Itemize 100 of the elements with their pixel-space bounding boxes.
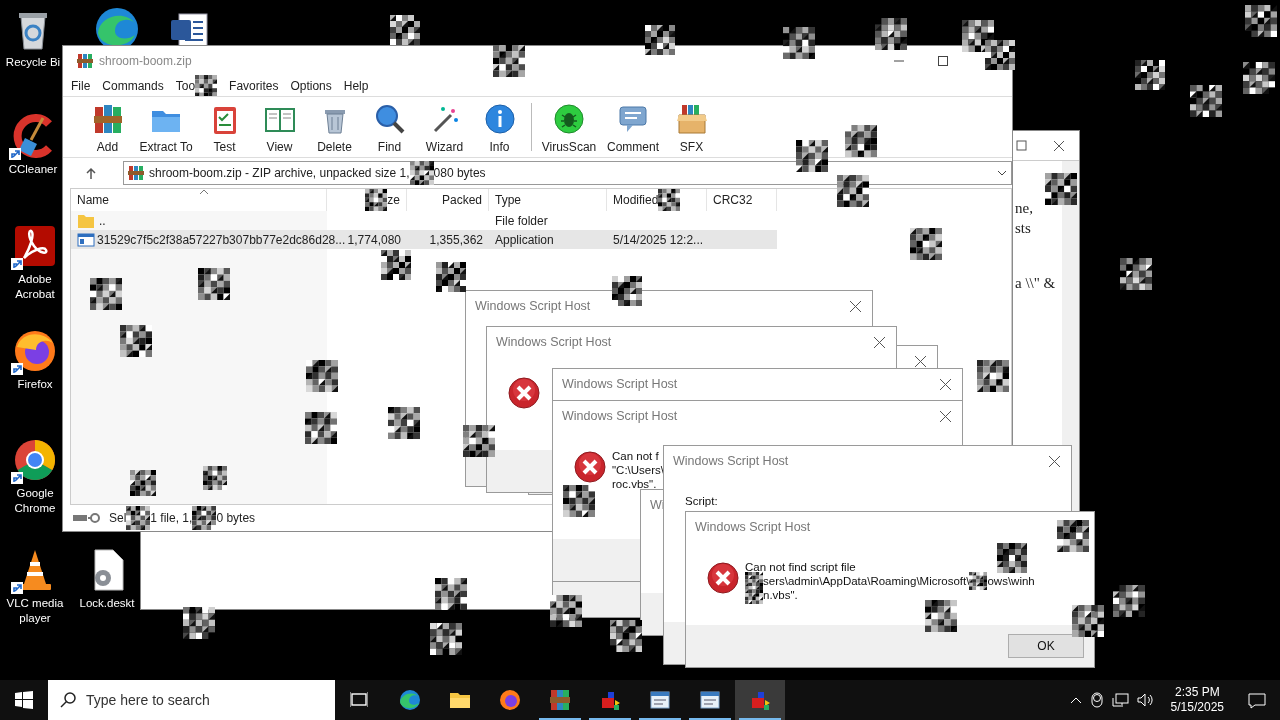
glitch-patch	[977, 360, 1009, 392]
drive-key-icon	[73, 512, 101, 524]
notification-icon[interactable]	[1248, 691, 1266, 709]
chevron-up-icon[interactable]	[1069, 695, 1082, 705]
address-field[interactable]: shroom-boom.zip - ZIP archive, unpacked size 1, 080 bytes	[123, 161, 1012, 185]
error-icon	[508, 377, 540, 409]
webcam-icon[interactable]	[1089, 692, 1104, 708]
toolbar-button[interactable]: Extract To	[135, 98, 197, 156]
glitch-patch	[130, 470, 156, 496]
toolbar-button[interactable]: View	[252, 98, 307, 156]
table-cell-text: Application	[495, 231, 554, 249]
desktop-icon-label[interactable]: Firefox	[17, 377, 53, 392]
message-text: Can not f	[612, 449, 659, 463]
menu-item[interactable]: Too	[175, 75, 218, 97]
desktop-icon-label[interactable]: CCleaner	[8, 162, 58, 177]
table-cell-text: 1,774,080	[347, 231, 401, 249]
status-text: 0 bytes	[216, 510, 256, 527]
file-row[interactable]: 31529c7f5c2f38a57227b307bb77e2dc86d28... 1,774,080 1,355,362 Application 5/14/2025 12:2...	[71, 230, 777, 249]
glitch-patch	[1045, 173, 1077, 205]
glitch-patch	[388, 407, 420, 439]
network-icon[interactable]	[1111, 692, 1129, 708]
toolbar-button[interactable]: Add	[80, 98, 135, 156]
glitch-patch	[90, 278, 122, 310]
speaker-icon[interactable]	[1136, 692, 1153, 708]
toolbar-button[interactable]: VirusScan	[536, 98, 602, 156]
sort-caret-icon	[198, 189, 209, 195]
file-row[interactable]: .. File folder	[71, 211, 777, 230]
notepad-icon	[698, 688, 722, 712]
column-header[interactable]: Packed	[407, 189, 489, 211]
message-text: "C:\Users\	[612, 463, 664, 477]
dialog-title: Windows Script Host	[475, 297, 591, 315]
column-header[interactable]: ze	[327, 189, 407, 211]
clock[interactable]: 2:35 PM 5/15/2025	[1170, 685, 1224, 715]
message-text: n.vbs".	[763, 588, 798, 602]
notepad-icon	[648, 688, 672, 712]
toolbar-button[interactable]: Info	[472, 98, 527, 156]
close-icon[interactable]	[873, 335, 886, 349]
menu-item[interactable]: Options	[290, 77, 332, 95]
close-icon[interactable]	[939, 409, 952, 423]
toolbar-button[interactable]: Delete	[307, 98, 362, 156]
message-text: sers\admin\AppData\Roaming\Microsoft\	[763, 574, 970, 588]
close-icon[interactable]	[849, 299, 862, 313]
error-icon	[707, 562, 739, 594]
books-icon	[91, 103, 124, 135]
menu-item[interactable]: Commands	[102, 77, 164, 95]
table-cell-text: 5/14/2025 12:2...	[613, 231, 704, 249]
table-cell-text: File folder	[495, 212, 548, 230]
menu-item[interactable]: File	[71, 77, 91, 95]
column-header[interactable]: CRC32	[707, 189, 777, 211]
close-icon[interactable]	[939, 377, 952, 391]
close-icon[interactable]	[1048, 454, 1061, 468]
up-arrow-icon[interactable]	[85, 167, 97, 179]
ok-button[interactable]: OK	[1008, 634, 1084, 658]
magnifier-icon	[373, 103, 406, 135]
search-field[interactable]: Type here to search	[48, 680, 335, 720]
message-text: roc.vbs".	[612, 477, 657, 491]
close-icon[interactable]	[914, 354, 927, 368]
maximize-icon[interactable]	[938, 56, 948, 66]
glitch-patch	[409, 161, 434, 185]
glitch-patch	[1245, 5, 1277, 37]
glitch-patch	[430, 623, 462, 655]
desktop-icon-label[interactable]: Lock.deskt	[79, 596, 135, 611]
close-icon[interactable]	[1053, 139, 1065, 152]
task-view-icon	[350, 691, 368, 709]
toolbar-button[interactable]: Find	[362, 98, 417, 156]
column-header[interactable]: Modified	[607, 189, 707, 211]
glitch-patch	[1113, 585, 1145, 617]
desktop-icon-label[interactable]: VLC media player	[4, 596, 66, 626]
error-icon	[574, 451, 606, 483]
glitch-patch	[563, 485, 595, 517]
table-cell-text: ..	[99, 212, 106, 230]
column-header[interactable]: Type	[489, 189, 607, 211]
toolbar-button[interactable]: SFX	[664, 98, 719, 156]
desktop-icon-label[interactable]: Recycle Bi	[5, 55, 61, 70]
document-text: a \\" &	[1015, 274, 1056, 293]
glitch-patch	[745, 586, 763, 604]
glitch-patch	[198, 268, 230, 300]
dialog-title: Windows Script Host	[673, 452, 789, 470]
menu-item[interactable]: Help	[343, 77, 369, 95]
toolbar-button[interactable]: Test	[197, 98, 252, 156]
glitch-patch	[925, 600, 957, 632]
shortcut-arrow-icon	[11, 258, 23, 270]
window-title: shroom-boom.zip	[99, 53, 192, 70]
dialog-title: Windows Script Host	[562, 407, 678, 425]
desktop-icon-label[interactable]: Adobe Acrobat	[4, 272, 66, 302]
table-cell-text: 31529c7f5c2f38a57227b307bb77e2dc86d28...	[97, 231, 346, 249]
status-text: Sel	[109, 510, 127, 527]
glitch-patch	[1135, 60, 1165, 90]
shortcut-arrow-icon	[11, 472, 23, 484]
flame-globe-icon	[498, 688, 522, 712]
archive-icon	[128, 165, 144, 181]
toolbar-button[interactable]: Wizard	[417, 98, 472, 156]
desktop-icon-label[interactable]: Google Chrome	[4, 486, 66, 516]
toolbar-button[interactable]: Comment	[602, 98, 664, 156]
table-cell-text: 1,355,362	[429, 231, 483, 249]
message-text: Can not find script file	[745, 560, 856, 574]
glitch-patch	[845, 125, 877, 157]
glitch-patch	[1243, 62, 1275, 94]
menu-item[interactable]: Favorites	[229, 77, 279, 95]
bug-icon	[553, 103, 585, 135]
